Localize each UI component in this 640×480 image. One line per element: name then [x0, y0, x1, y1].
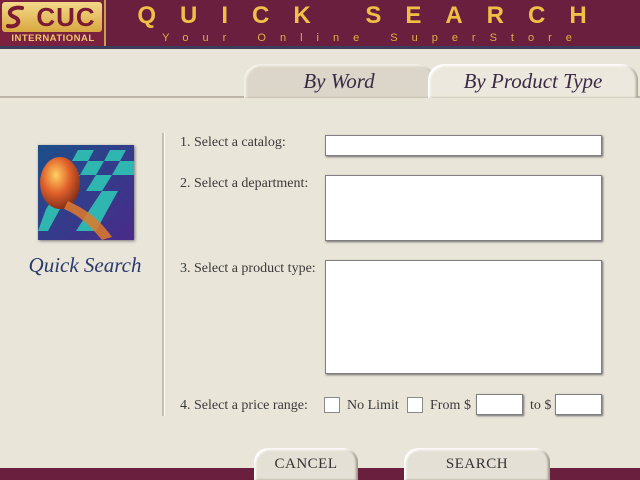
product-type-label: 3. Select a product type: — [180, 261, 316, 276]
no-limit-label: No Limit — [347, 398, 399, 413]
catalog-label: 1. Select a catalog: — [180, 135, 286, 150]
header-stripe — [0, 46, 640, 49]
product-type-list[interactable] — [325, 260, 602, 374]
from-label: From — [430, 398, 461, 413]
department-label: 2. Select a department: — [180, 176, 309, 191]
price-from-input[interactable] — [476, 394, 523, 415]
catalog-select[interactable] — [325, 135, 602, 156]
from-currency-symbol: $ — [464, 398, 471, 413]
cancel-button[interactable]: CANCEL — [254, 448, 358, 480]
no-limit-checkbox[interactable] — [324, 397, 340, 413]
page-title: QUICK SEARCH — [137, 2, 611, 29]
swirl-icon — [6, 5, 24, 29]
checkerboard-illustration — [38, 145, 134, 240]
cuc-logo: CUC INTERNATIONAL — [0, 0, 106, 46]
logo-plate: CUC — [2, 2, 102, 32]
tagline: Your Online SuperStore — [162, 32, 586, 44]
to-label: to $ — [530, 398, 552, 413]
vertical-divider — [162, 133, 165, 416]
quick-search-illustration — [38, 145, 134, 240]
price-to-input[interactable] — [555, 394, 602, 415]
department-list[interactable] — [325, 175, 602, 241]
tab-by-word[interactable]: By Word — [244, 64, 434, 98]
header-bar: CUC INTERNATIONAL QUICK SEARCH Your Onli… — [0, 0, 640, 46]
from-checkbox[interactable] — [407, 397, 423, 413]
tab-by-product-type[interactable]: By Product Type — [428, 64, 638, 98]
search-button[interactable]: SEARCH — [404, 448, 550, 480]
price-range-label: 4. Select a price range: — [180, 398, 308, 413]
quick-search-label: Quick Search — [28, 253, 142, 277]
logo-subtext: INTERNATIONAL — [11, 33, 95, 44]
logo-text: CUC — [36, 2, 96, 32]
